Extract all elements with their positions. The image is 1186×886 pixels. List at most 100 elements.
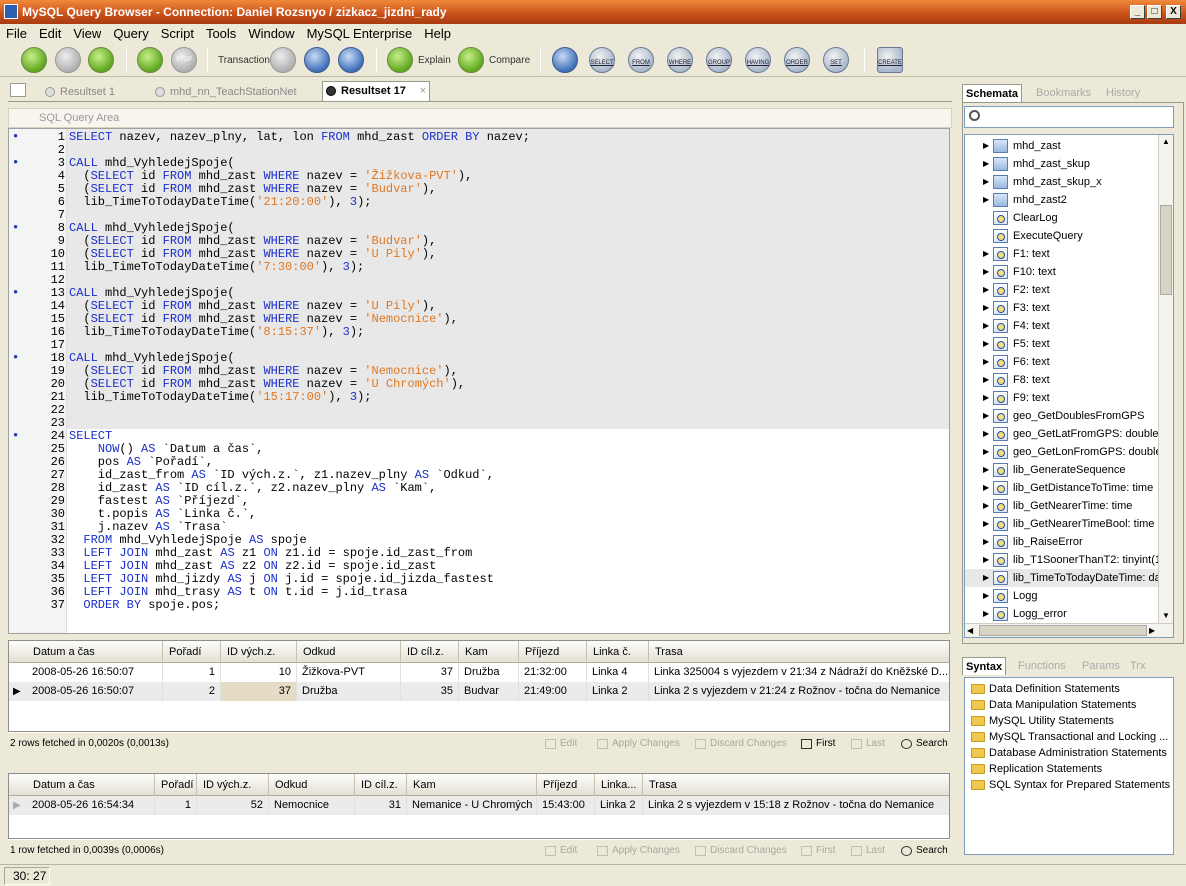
expand-icon[interactable]: ▶	[983, 605, 989, 623]
tab-resultset-1[interactable]: Resultset 1	[42, 83, 115, 101]
expand-icon[interactable]: ▶	[983, 497, 989, 515]
col-trasa[interactable]: Trasa	[649, 641, 949, 663]
col-odkud[interactable]: Odkud	[297, 641, 401, 663]
expand-icon[interactable]: ▶	[983, 569, 989, 587]
code-line[interactable]: 22	[9, 404, 949, 417]
close-button[interactable]: X	[1166, 5, 1181, 19]
back-icon[interactable]	[21, 47, 47, 73]
code-line[interactable]: 16 lib_TimeToTodayDateTime('8:15:37'), 3…	[9, 326, 949, 339]
list-item[interactable]: Replication Statements	[969, 761, 1102, 777]
tree-item[interactable]: ▶ mhd_zast_skup_x	[965, 173, 1161, 191]
col-prijezd[interactable]: Příjezd	[537, 774, 595, 796]
tree-item[interactable]: ▶ lib_GetNearerTimeBool: time	[965, 515, 1161, 533]
commit-icon[interactable]	[304, 47, 330, 73]
col-datum[interactable]: Datum a čas	[27, 774, 155, 796]
tree-item[interactable]: ExecuteQuery	[965, 227, 1161, 245]
expand-icon[interactable]: ▶	[983, 389, 989, 407]
tree-item[interactable]: ▶ lib_RaiseError	[965, 533, 1161, 551]
horizontal-scrollbar[interactable]: ◀ ▶	[965, 623, 1173, 637]
col-id-cil[interactable]: ID cíl.z.	[355, 774, 407, 796]
expand-icon[interactable]: ▶	[983, 479, 989, 497]
refresh-icon[interactable]	[88, 47, 114, 73]
expand-icon[interactable]: ▶	[983, 443, 989, 461]
tab-resultset-17[interactable]: Resultset 17 ×	[322, 81, 430, 101]
menu-edit[interactable]: Edit	[33, 24, 67, 43]
table-row[interactable]: ▶ 2008-05-26 16:54:34 1 52 Nemocnice 31 …	[9, 796, 949, 815]
list-item[interactable]: Data Manipulation Statements	[969, 697, 1136, 713]
search-button[interactable]: Search	[898, 735, 948, 753]
schema-tree[interactable]: ▶ mhd_zast ▶ mhd_zast_skup ▶ mhd_zast_skup_x ▶…	[964, 134, 1174, 638]
col-poradi[interactable]: Pořadí	[155, 774, 197, 796]
menu-script[interactable]: Script	[155, 24, 200, 43]
code-line[interactable]: 11 lib_TimeToTodayDateTime('7:30:00'), 3…	[9, 261, 949, 274]
schema-search-input[interactable]	[964, 106, 1174, 128]
expand-icon[interactable]: ▶	[983, 533, 989, 551]
rollback-icon[interactable]	[338, 47, 364, 73]
explain-button[interactable]: Explain	[418, 55, 451, 66]
menu-query[interactable]: Query	[107, 24, 154, 43]
stop-button[interactable]: STOP	[171, 47, 197, 73]
tree-item[interactable]: ▶ F10: text	[965, 263, 1161, 281]
tree-item[interactable]: ▶ lib_GetNearerTime: time	[965, 497, 1161, 515]
tree-item[interactable]: ▶ F4: text	[965, 317, 1161, 335]
close-tab-icon[interactable]: ×	[420, 82, 426, 100]
menu-mysql-enterprise[interactable]: MySQL Enterprise	[301, 24, 419, 43]
menu-file[interactable]: File	[0, 24, 33, 43]
tree-item[interactable]: ▶ lib_GenerateSequence	[965, 461, 1161, 479]
first-button[interactable]: First	[798, 842, 835, 860]
expand-icon[interactable]: ▶	[983, 371, 989, 389]
scroll-thumb[interactable]	[979, 625, 1147, 636]
menu-tools[interactable]: Tools	[200, 24, 242, 43]
tree-item[interactable]: ▶ lib_T1SoonerThanT2: tinyint(1)	[965, 551, 1165, 569]
expand-icon[interactable]: ▶	[983, 407, 989, 425]
scroll-down-icon[interactable]: ▼	[1159, 609, 1173, 623]
tab-bookmarks[interactable]: Bookmarks	[1036, 84, 1091, 102]
col-prijezd[interactable]: Příjezd	[519, 641, 587, 663]
expand-icon[interactable]: ▶	[983, 263, 989, 281]
col-odkud[interactable]: Odkud	[269, 774, 355, 796]
tree-item[interactable]: ▶ mhd_zast2	[965, 191, 1161, 209]
expand-icon[interactable]: ▶	[983, 353, 989, 371]
list-item[interactable]: SQL Syntax for Prepared Statements	[969, 777, 1170, 793]
code-line[interactable]: 23	[9, 417, 949, 430]
list-item[interactable]: MySQL Transactional and Locking ...	[969, 729, 1168, 745]
tree-item[interactable]: ▶ Logg_error	[965, 605, 1161, 623]
list-item[interactable]: Database Administration Statements	[969, 745, 1167, 761]
tree-item[interactable]: ▶ F1: text	[965, 245, 1161, 263]
tree-item[interactable]: ▶ F8: text	[965, 371, 1161, 389]
execute-icon[interactable]	[137, 47, 163, 73]
tab-history[interactable]: History	[1106, 84, 1140, 102]
tree-item[interactable]: ▶ mhd_zast_skup	[965, 155, 1161, 173]
expand-icon[interactable]: ▶	[983, 245, 989, 263]
code-line[interactable]: • 1 SELECT nazev, nazev_plny, lat, lon FRO…	[9, 131, 949, 144]
tree-item[interactable]: ▶ lib_GetDistanceToTime: time	[965, 479, 1161, 497]
tab-params[interactable]: Params	[1082, 657, 1120, 675]
col-kam[interactable]: Kam	[459, 641, 519, 663]
expand-icon[interactable]: ▶	[983, 317, 989, 335]
col-id-vych[interactable]: ID vých.z.	[197, 774, 269, 796]
code-line[interactable]: 21 lib_TimeToTodayDateTime('15:17:00'), …	[9, 391, 949, 404]
search-button[interactable]: Search	[898, 842, 948, 860]
tree-item[interactable]: ▶ mhd_zast	[965, 137, 1161, 155]
table-row[interactable]: ▶ 2008-05-26 16:50:07 2 37 Družba 35 Bud…	[9, 682, 949, 701]
expand-icon[interactable]: ▶	[983, 191, 989, 209]
maximize-button[interactable]: □	[1147, 5, 1162, 19]
col-datum[interactable]: Datum a čas	[27, 641, 163, 663]
vertical-scrollbar[interactable]: ▲ ▼	[1158, 135, 1173, 623]
expand-icon[interactable]: ▶	[983, 425, 989, 443]
minimize-button[interactable]: _	[1130, 5, 1145, 19]
list-item[interactable]: Data Definition Statements	[969, 681, 1120, 697]
expand-icon[interactable]: ▶	[983, 551, 989, 569]
table-row[interactable]: 2008-05-26 16:50:07 1 10 Žižkova-PVT 37 …	[9, 663, 949, 682]
forward-icon[interactable]	[55, 47, 81, 73]
tree-item[interactable]: ▶ Logg	[965, 587, 1161, 605]
scroll-up-icon[interactable]: ▲	[1159, 135, 1173, 149]
result-grid-2[interactable]: Datum a čas Pořadí ID vých.z. Odkud ID c…	[8, 773, 950, 839]
edit-button[interactable]: Edit	[542, 842, 577, 860]
apply-changes-button[interactable]: Apply Changes	[594, 735, 680, 753]
menu-help[interactable]: Help	[418, 24, 457, 43]
scroll-thumb[interactable]	[1160, 205, 1172, 295]
last-button[interactable]: Last	[848, 735, 885, 753]
tree-item[interactable]: ▶ geo_GetLonFromGPS: double	[965, 443, 1162, 461]
expand-icon[interactable]: ▶	[983, 335, 989, 353]
